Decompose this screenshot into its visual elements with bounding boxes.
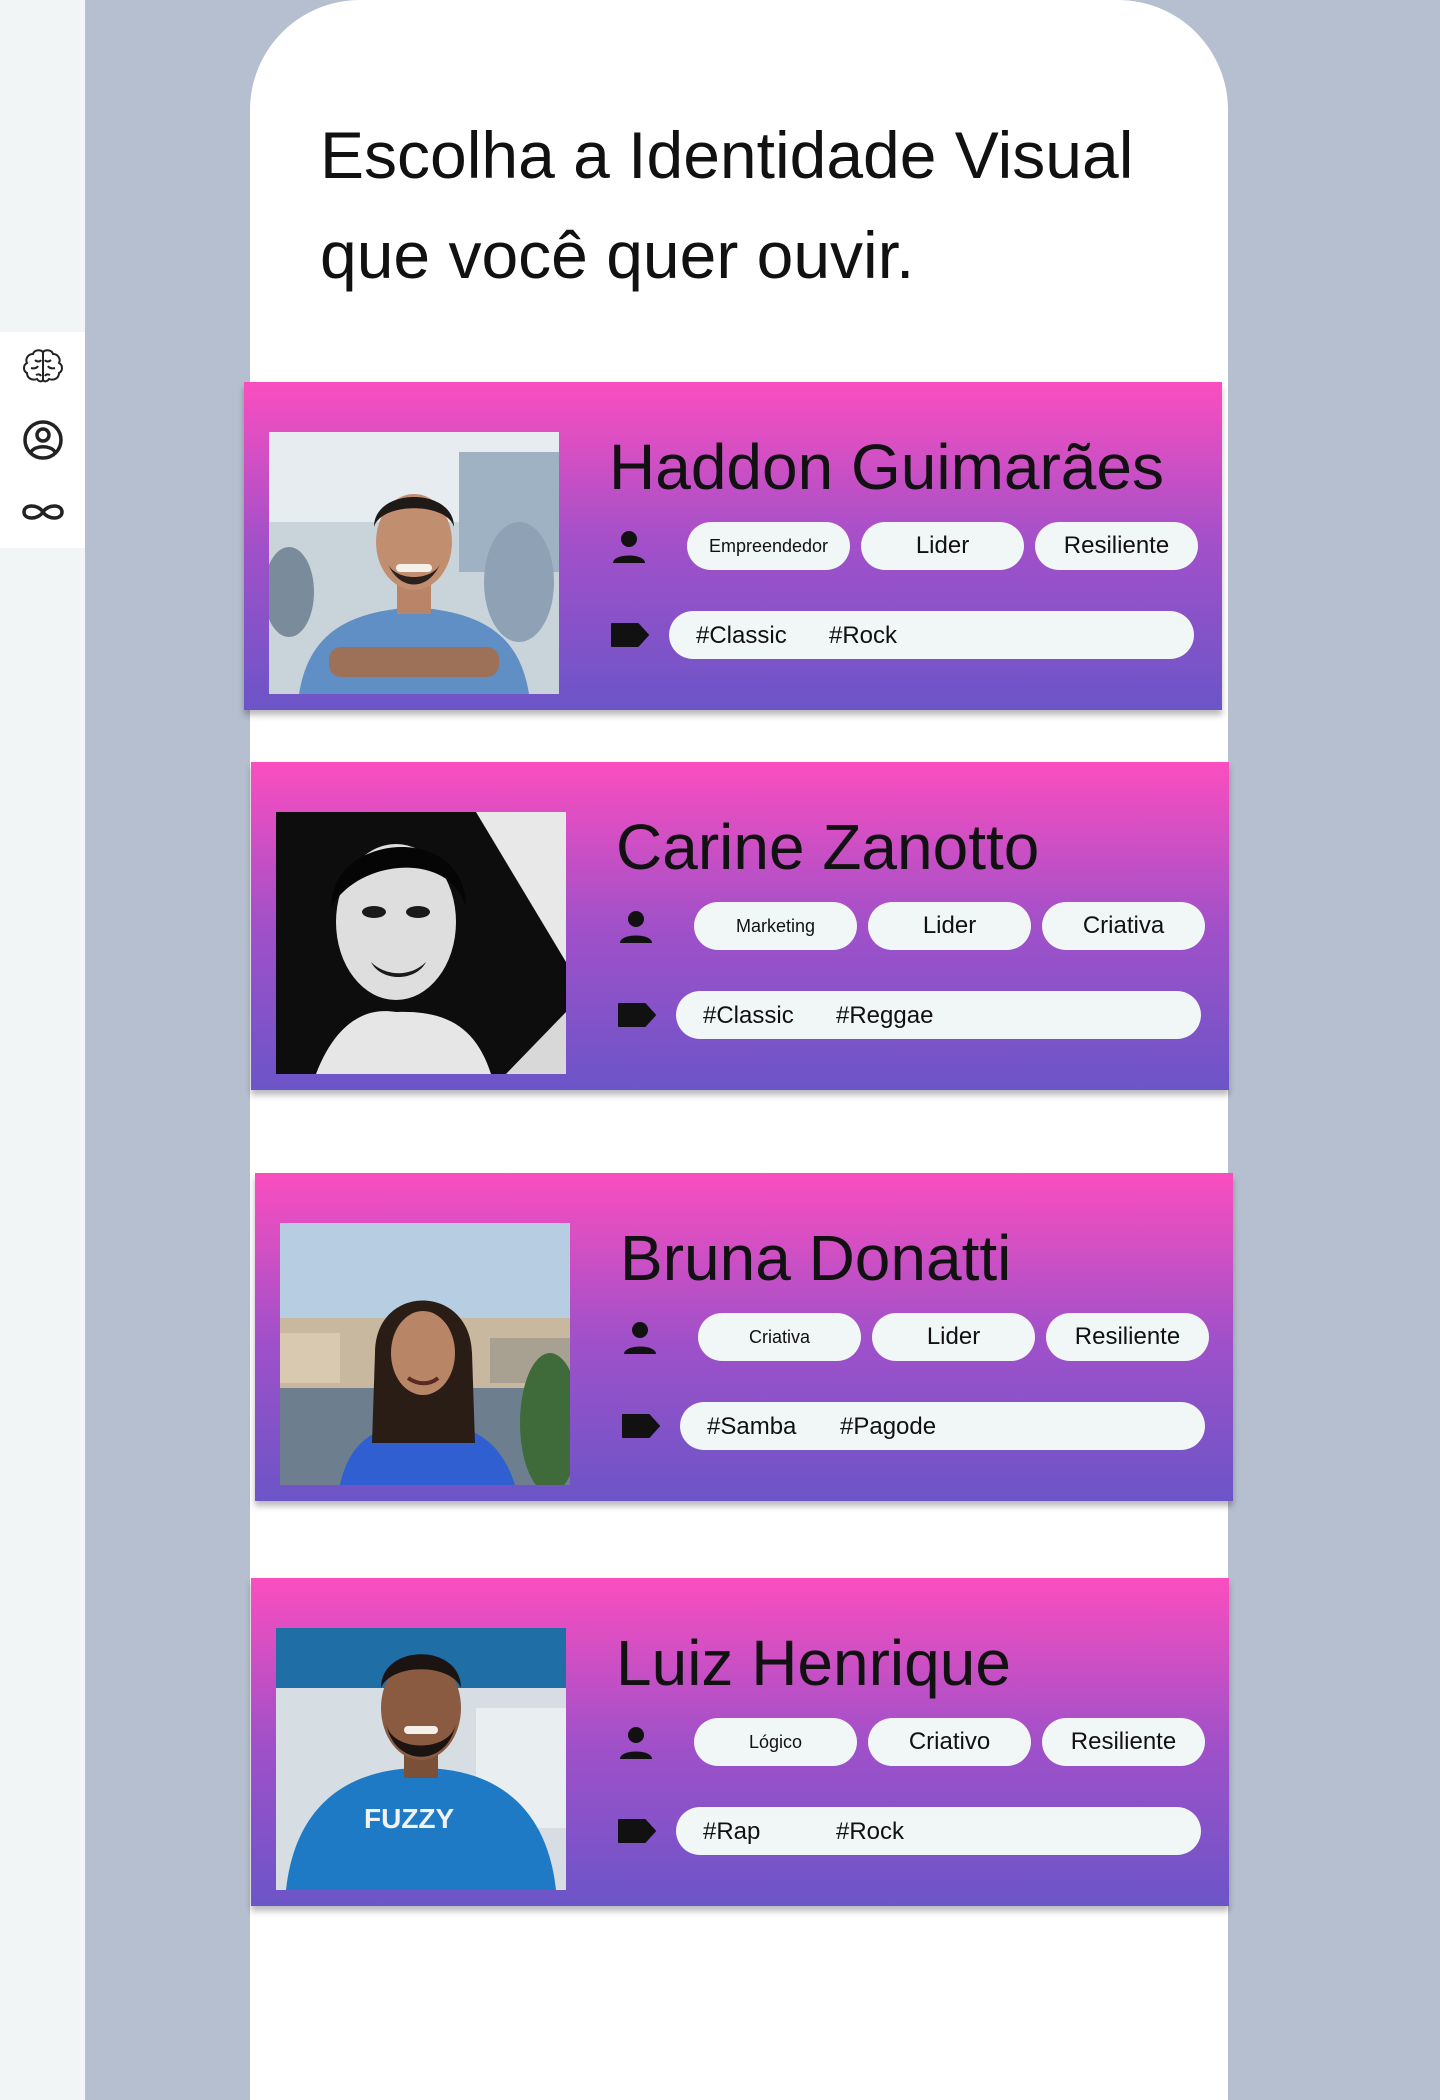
profile-name: Luiz Henrique — [616, 1627, 1011, 1699]
trait-pill[interactable]: Criativo — [868, 1718, 1031, 1766]
user-circle-icon — [22, 420, 63, 460]
music-tags[interactable]: #Samba #Pagode — [680, 1402, 1205, 1450]
tag-icon — [611, 623, 649, 647]
trait-pill[interactable]: Lider — [872, 1313, 1035, 1361]
music-tag: #Pagode — [840, 1413, 937, 1440]
tag-icon — [622, 1414, 660, 1438]
profile-photo: FUZZY — [276, 1628, 566, 1890]
music-tags[interactable]: #Classic #Rock — [669, 611, 1194, 659]
trait-pill[interactable]: Criativa — [1042, 902, 1205, 950]
trait-pill[interactable]: Resiliente — [1042, 1718, 1205, 1766]
tag-icon — [618, 1819, 656, 1843]
person-icon — [620, 911, 652, 943]
music-tag: #Samba — [707, 1413, 797, 1440]
profile-card-luiz[interactable]: FUZZY Luiz Henrique Lógico Criativo Resi… — [251, 1578, 1229, 1906]
page-title: Escolha a Identidade Visual que você que… — [320, 105, 1200, 305]
music-tag: #Classic — [703, 1002, 794, 1029]
trait-pill[interactable]: Empreendedor — [687, 522, 850, 570]
tag-icon — [618, 1003, 656, 1027]
trait-pill[interactable]: Marketing — [694, 902, 857, 950]
trait-pill[interactable]: Lógico — [694, 1718, 857, 1766]
sidebar-item-brain[interactable] — [0, 332, 85, 404]
music-tag: #Reggae — [836, 1002, 934, 1029]
sidebar — [0, 0, 85, 2100]
profile-photo — [280, 1223, 570, 1485]
shirt-logo-text: FUZZY — [364, 1803, 455, 1834]
profile-photo — [276, 812, 566, 1074]
infinity-icon — [21, 504, 64, 520]
trait-pill[interactable]: Resiliente — [1046, 1313, 1209, 1361]
profile-photo — [269, 432, 559, 694]
sidebar-item-infinity[interactable] — [0, 476, 85, 548]
profile-name: Carine Zanotto — [616, 811, 1040, 883]
music-tag: #Rap — [703, 1818, 761, 1845]
music-tags[interactable]: #Rap #Rock — [676, 1807, 1201, 1855]
person-icon — [624, 1322, 656, 1354]
profile-card-haddon[interactable]: Haddon Guimarães Empreendedor Lider Resi… — [244, 382, 1222, 710]
person-icon — [613, 531, 645, 563]
page-title-line-1: Escolha a Identidade Visual — [320, 118, 1134, 192]
trait-pill[interactable]: Criativa — [698, 1313, 861, 1361]
page-title-line-2: que você quer ouvir. — [320, 218, 915, 292]
person-icon — [620, 1727, 652, 1759]
sidebar-item-profile[interactable] — [0, 404, 85, 476]
music-tag: #Rock — [829, 622, 898, 649]
profile-card-bruna[interactable]: Bruna Donatti Criativa Lider Resiliente … — [255, 1173, 1233, 1501]
profile-name: Bruna Donatti — [620, 1222, 1012, 1294]
music-tag: #Rock — [836, 1818, 905, 1845]
music-tags[interactable]: #Classic #Reggae — [676, 991, 1201, 1039]
trait-pill[interactable]: Lider — [861, 522, 1024, 570]
profile-name: Haddon Guimarães — [609, 431, 1164, 503]
trait-pill[interactable]: Resiliente — [1035, 522, 1198, 570]
trait-pill[interactable]: Lider — [868, 902, 1031, 950]
music-tag: #Classic — [696, 622, 787, 649]
profile-card-carine[interactable]: Carine Zanotto Marketing Lider Criativa … — [251, 762, 1229, 1090]
brain-icon — [22, 349, 63, 383]
